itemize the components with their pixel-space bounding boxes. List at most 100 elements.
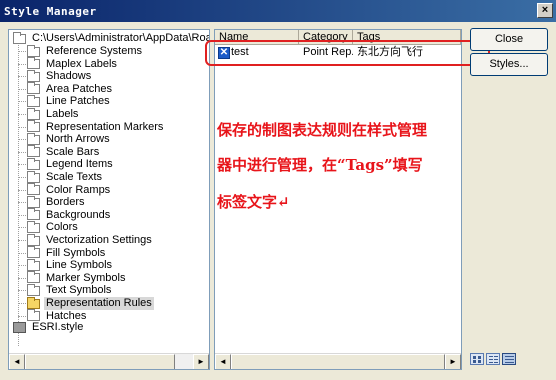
tree-item-label: Reference Systems <box>46 45 142 57</box>
tree-connector-line <box>18 290 26 292</box>
tree-item[interactable]: Backgrounds <box>27 208 112 222</box>
details-view-icon[interactable] <box>502 353 516 365</box>
tree-item-label: Representation Markers <box>46 120 164 133</box>
scroll-right-button[interactable]: ► <box>445 354 461 369</box>
window-close-button[interactable]: × <box>537 3 553 18</box>
folder-icon <box>27 69 40 82</box>
folder-icon <box>27 258 40 271</box>
folder-icon <box>27 246 40 259</box>
tree-item[interactable]: Representation Markers <box>27 120 165 134</box>
tree-item[interactable]: Colors <box>27 220 80 234</box>
tree-connector-line <box>18 101 26 103</box>
tree-connector-line <box>18 88 26 90</box>
style-manager-window: Style Manager × C:\Users\Administrator\A… <box>0 0 556 380</box>
tree-connector-line <box>18 126 26 128</box>
tree-item[interactable]: Legend Items <box>27 157 115 171</box>
tree-connector-line <box>18 189 26 191</box>
scroll-left-button[interactable]: ◄ <box>9 354 25 369</box>
folder-icon <box>27 170 40 183</box>
tree-item[interactable]: Vectorization Settings <box>27 233 154 247</box>
tree-item[interactable]: Labels <box>27 107 80 121</box>
tree-item-label: Shadows <box>46 70 92 83</box>
tree-connector-line <box>18 51 26 52</box>
tree-item[interactable]: Scale Texts <box>27 170 104 184</box>
tree-item-label: Borders <box>46 196 85 209</box>
list-horizontal-scrollbar[interactable]: ◄ ► <box>215 353 461 369</box>
tree-item-label: Vectorization Settings <box>46 234 152 246</box>
folder-icon <box>27 44 40 57</box>
folder-icon <box>27 82 40 95</box>
tree-connector-line <box>18 114 26 115</box>
window-title: Style Manager <box>4 4 97 18</box>
tree-connector-line <box>18 139 26 141</box>
tree-item-label: Area Patches <box>46 82 113 95</box>
tree-item-label: Scale Texts <box>46 171 103 183</box>
tree-connector-line <box>18 303 26 304</box>
tree-root-style[interactable]: C:\Users\Administrator\AppData\Roaming\ <box>13 31 209 45</box>
folder-icon <box>27 183 40 196</box>
annotation-line: 保存的制图表达规则在样式管理 <box>217 121 428 139</box>
tree-item[interactable]: Area Patches <box>27 82 114 96</box>
tree-item[interactable]: Text Symbols <box>27 283 113 297</box>
tree-item-label: Scale Bars <box>46 145 100 158</box>
close-button[interactable]: Close <box>470 28 548 51</box>
scroll-thumb[interactable] <box>231 354 445 369</box>
open-folder-icon <box>27 296 40 309</box>
tree-connector-line <box>18 214 26 216</box>
annotation-line: 标签文字↵ <box>217 193 290 211</box>
scroll-left-button[interactable]: ◄ <box>215 354 231 369</box>
view-mode-toggles <box>470 353 518 365</box>
tree-connector-line <box>18 177 26 178</box>
tree-connector-line <box>18 240 26 241</box>
large-icons-view-icon[interactable] <box>470 353 484 365</box>
folder-icon <box>27 157 40 170</box>
tree-item[interactable]: Line Patches <box>27 94 112 108</box>
tree-root-label: ESRI.style <box>32 321 84 333</box>
tree-item[interactable]: North Arrows <box>27 132 112 146</box>
tree-item-label: Legend Items <box>46 158 113 171</box>
folder-icon <box>27 233 40 246</box>
tree-item-label: Backgrounds <box>46 208 111 221</box>
folder-icon <box>27 107 40 120</box>
annotation-line: 器中进行管理，在“Tags”填写 <box>217 156 423 174</box>
tree-item[interactable]: Maplex Labels <box>27 57 119 71</box>
tree-item[interactable]: Shadows <box>27 69 93 83</box>
tree-item-label: Maplex Labels <box>46 57 117 70</box>
list-view-icon[interactable] <box>486 353 500 365</box>
tree-item-label: Color Ramps <box>46 183 111 196</box>
tree-connector-line <box>18 227 26 229</box>
style-folder-tree[interactable]: C:\Users\Administrator\AppData\Roaming\ … <box>8 29 210 370</box>
scroll-thumb[interactable] <box>25 354 175 369</box>
folder-icon <box>27 195 40 208</box>
tree-item[interactable]: Borders <box>27 195 87 209</box>
tree-horizontal-scrollbar[interactable]: ◄ ► <box>9 353 209 369</box>
tree-root-esri-style[interactable]: ESRI.style <box>13 321 85 334</box>
tree-connector-line <box>18 76 26 78</box>
tree-item-label: Marker Symbols <box>46 271 126 284</box>
styles-button[interactable]: Styles... <box>470 53 548 76</box>
highlight-annotation-box <box>205 40 490 66</box>
tree-connector-line <box>18 164 26 166</box>
tree-item[interactable]: Marker Symbols <box>27 271 127 285</box>
tree-item-label: Labels <box>46 108 79 120</box>
folder-icon <box>27 283 40 296</box>
tree-connector-line <box>18 277 26 279</box>
tree-item[interactable]: Line Symbols <box>27 258 114 272</box>
tree-connector-line <box>18 202 26 204</box>
scroll-right-button[interactable]: ► <box>193 354 209 369</box>
tree-item-label: Representation Rules <box>44 297 154 310</box>
tree-item[interactable]: Fill Symbols <box>27 246 107 260</box>
tree-item[interactable]: Scale Bars <box>27 145 101 159</box>
tree-item[interactable]: Color Ramps <box>27 183 112 197</box>
style-file-icon <box>13 322 26 333</box>
folder-icon <box>27 208 40 221</box>
tree-item-label: Line Patches <box>46 95 110 108</box>
folder-icon <box>27 145 40 158</box>
tree-item-label: Fill Symbols <box>46 246 106 259</box>
folder-icon <box>13 31 26 44</box>
tree-item[interactable]: Reference Systems <box>27 44 144 58</box>
tree-item-label: Text Symbols <box>46 284 112 297</box>
folder-icon <box>27 132 40 145</box>
folder-icon <box>27 220 40 233</box>
tree-item[interactable]: Representation Rules <box>27 296 154 310</box>
